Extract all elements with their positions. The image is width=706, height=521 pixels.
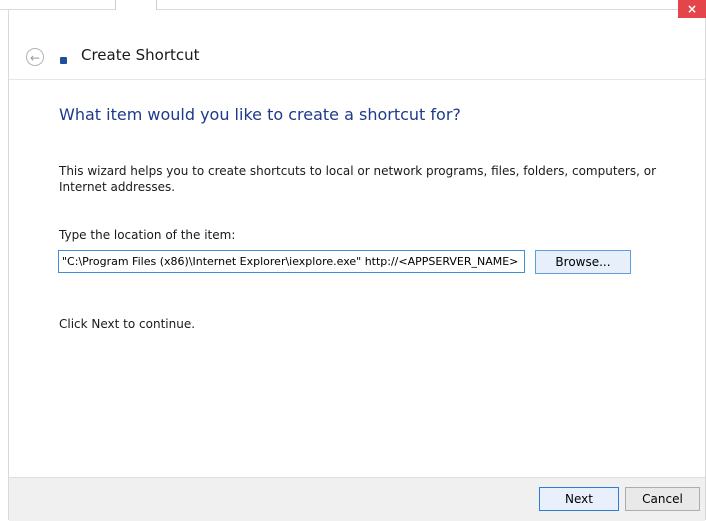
back-button[interactable]: ← <box>26 48 44 66</box>
page-heading: What item would you like to create a sho… <box>59 105 461 124</box>
continue-instruction: Click Next to continue. <box>59 317 196 331</box>
window-left-border <box>8 10 9 520</box>
close-button[interactable]: × <box>678 0 706 18</box>
location-label: Type the location of the item: <box>59 228 236 242</box>
shortcut-wizard-icon <box>60 57 67 64</box>
location-input[interactable] <box>58 250 525 273</box>
back-arrow-icon: ← <box>29 51 41 65</box>
window-tab-notch <box>115 0 157 10</box>
wizard-title: Create Shortcut <box>81 46 200 64</box>
close-icon: × <box>686 2 698 16</box>
header-divider <box>9 79 705 80</box>
cancel-button[interactable]: Cancel <box>625 487 700 511</box>
wizard-description: This wizard helps you to create shortcut… <box>59 164 657 194</box>
window-top-border <box>0 9 706 10</box>
next-button[interactable]: Next <box>539 487 619 511</box>
browse-button[interactable]: Browse... <box>535 250 631 274</box>
